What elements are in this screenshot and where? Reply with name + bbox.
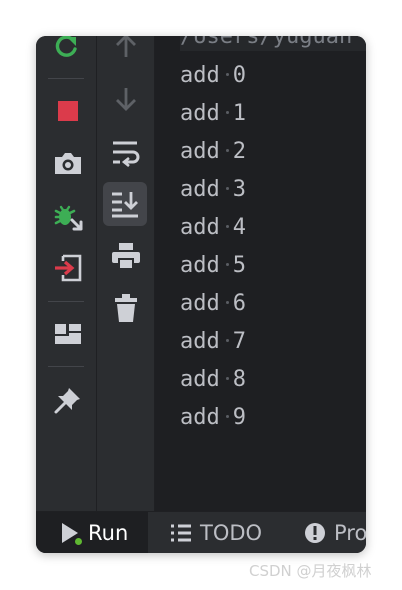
- whitespace-marker: [225, 148, 229, 152]
- debug-button[interactable]: [48, 197, 88, 237]
- print-button[interactable]: [106, 236, 146, 276]
- console-number: 6: [232, 291, 246, 316]
- console-word: add: [180, 291, 220, 316]
- print-icon: [112, 243, 140, 270]
- console-word: add: [180, 215, 220, 240]
- whitespace-marker: [225, 110, 229, 114]
- arrow-down-icon: [116, 88, 136, 111]
- whitespace-marker: [225, 338, 229, 342]
- camera-icon: [55, 153, 81, 174]
- pin-button[interactable]: [48, 380, 88, 420]
- tab-run-label: Run: [88, 521, 129, 545]
- console-line: add 9: [180, 404, 246, 432]
- screenshot-button[interactable]: [48, 143, 88, 183]
- stop-button[interactable]: [48, 91, 88, 131]
- tab-todo-label: TODO: [200, 521, 263, 545]
- debug-icon: [54, 205, 83, 231]
- scroll-to-end-button[interactable]: [103, 182, 147, 226]
- console-line: add 6: [180, 290, 246, 318]
- tab-problems[interactable]: Pro: [304, 512, 366, 553]
- console-word: add: [180, 329, 220, 354]
- console-number: 7: [232, 329, 246, 354]
- layout-button[interactable]: [48, 314, 88, 354]
- soft-wrap-icon: [113, 141, 140, 167]
- console-number: 2: [232, 139, 246, 164]
- run-actions-toolbar: [36, 36, 97, 511]
- pin-icon: [54, 388, 80, 414]
- console-word: add: [180, 253, 220, 278]
- whitespace-marker: [225, 300, 229, 304]
- layout-icon: [55, 324, 81, 344]
- scroll-to-end-icon: [112, 192, 138, 218]
- toolbar-separator: [48, 366, 84, 367]
- tab-run[interactable]: Run: [36, 512, 148, 553]
- exit-button[interactable]: [48, 248, 88, 288]
- console-word: add: [180, 101, 220, 126]
- whitespace-marker: [225, 186, 229, 190]
- console-line: add 0: [180, 62, 246, 90]
- list-icon: [171, 524, 191, 542]
- console-word: add: [180, 367, 220, 392]
- run-icon: [60, 522, 83, 546]
- console-output[interactable]: /Users/yuguan add 0 add 1 add 2 add 3 add 4 add 5 ad…: [155, 36, 366, 511]
- whitespace-marker: [225, 224, 229, 228]
- whitespace-marker: [225, 72, 229, 76]
- console-word: add: [180, 177, 220, 202]
- stop-icon: [58, 101, 78, 121]
- console-number: 4: [232, 215, 246, 240]
- console-line: add 1: [180, 100, 246, 128]
- scroll-up-button[interactable]: [106, 36, 146, 66]
- whitespace-marker: [225, 262, 229, 266]
- watermark: CSDN @月夜枫林: [249, 562, 372, 580]
- warning-icon: [305, 523, 325, 543]
- console-number: 5: [232, 253, 246, 278]
- tab-todo[interactable]: TODO: [170, 512, 262, 553]
- tool-window-bar: Run TODO Pro: [36, 511, 366, 553]
- tab-problems-label: Pro: [334, 521, 366, 545]
- console-number: 1: [232, 101, 246, 126]
- console-toolbar: [97, 36, 155, 511]
- console-number: 0: [232, 63, 246, 88]
- console-line: add 5: [180, 252, 246, 280]
- console-line: add 3: [180, 176, 246, 204]
- console-word: add: [180, 405, 220, 430]
- run-tool-window: /Users/yuguan add 0 add 1 add 2 add 3 add 4 add 5 ad…: [36, 36, 366, 553]
- console-word: add: [180, 139, 220, 164]
- console-line: add 7: [180, 328, 246, 356]
- whitespace-marker: [225, 376, 229, 380]
- rerun-button[interactable]: [46, 36, 86, 66]
- arrow-up-icon: [116, 36, 136, 57]
- console-word: add: [180, 63, 220, 88]
- console-number: 3: [232, 177, 246, 202]
- toolbar-separator: [48, 78, 84, 79]
- console-line: add 2: [180, 138, 246, 166]
- scroll-down-button[interactable]: [106, 79, 146, 119]
- toolbar-separator: [48, 301, 84, 302]
- console-number: 9: [232, 405, 246, 430]
- console-number: 8: [232, 367, 246, 392]
- trash-icon: [115, 294, 137, 322]
- exit-icon: [55, 254, 82, 282]
- whitespace-marker: [225, 414, 229, 418]
- console-line: add 4: [180, 214, 246, 242]
- rerun-icon: [55, 36, 77, 57]
- clear-all-button[interactable]: [106, 288, 146, 328]
- console-line: add 8: [180, 366, 246, 394]
- soft-wrap-button[interactable]: [106, 133, 146, 173]
- command-line: /Users/yuguan: [180, 36, 366, 51]
